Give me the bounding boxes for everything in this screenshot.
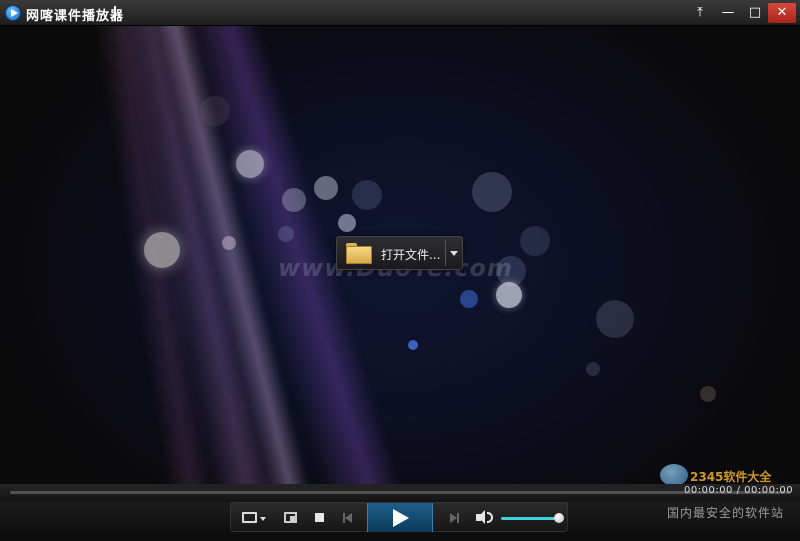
bokeh-light — [700, 386, 716, 402]
pin-on-top-button[interactable]: ⤒ — [688, 3, 712, 23]
open-file-menu-button[interactable] — [239, 503, 269, 533]
bokeh-light — [586, 362, 600, 376]
volume-knob[interactable] — [554, 513, 564, 523]
volume-level — [501, 517, 559, 520]
time-separator: / — [736, 485, 741, 496]
folder-icon — [346, 243, 372, 264]
maximize-button[interactable]: □ — [743, 3, 767, 23]
seek-slider[interactable] — [10, 491, 790, 494]
control-bar: 国内最安全的软件站 — [0, 502, 800, 541]
video-area[interactable]: www.DuoTe.com 打开文件... — [0, 26, 800, 484]
bokeh-light — [144, 232, 180, 268]
volume-icon — [478, 510, 485, 524]
close-button[interactable]: ✕ — [768, 3, 796, 23]
next-icon — [450, 513, 457, 523]
bokeh-light — [520, 226, 550, 256]
bokeh-light — [460, 290, 478, 308]
bokeh-light — [314, 176, 338, 200]
stop-icon — [315, 513, 324, 522]
mute-button[interactable] — [473, 503, 495, 533]
mini-mode-button[interactable] — [281, 503, 301, 533]
stop-button[interactable] — [311, 503, 329, 533]
site-tagline: 国内最安全的软件站 — [667, 506, 785, 520]
elapsed-time: 00:00:00 — [684, 485, 733, 496]
title-bar: 网喀课件播放器 ⤒ — □ ✕ — [0, 0, 800, 26]
previous-button[interactable] — [338, 503, 358, 533]
bokeh-light — [200, 96, 230, 126]
minimize-button[interactable]: — — [716, 3, 740, 23]
folder-open-icon — [242, 512, 257, 523]
total-time: 00:00:00 — [744, 485, 794, 496]
window-title: 网喀课件播放器 — [26, 9, 125, 24]
bokeh-light — [408, 340, 418, 350]
next-button[interactable] — [444, 503, 464, 533]
bokeh-light — [278, 226, 294, 242]
bokeh-light — [352, 180, 382, 210]
app-logo-icon — [5, 5, 21, 21]
play-button[interactable] — [367, 503, 433, 532]
play-icon — [393, 509, 409, 527]
bokeh-light — [236, 150, 264, 178]
bokeh-light — [472, 172, 512, 212]
seek-bar-area — [0, 484, 800, 502]
bokeh-light — [596, 300, 634, 338]
chevron-down-icon[interactable] — [450, 251, 458, 256]
open-file-button[interactable]: 打开文件... — [336, 236, 463, 270]
site-brand: 2345软件大全 — [690, 470, 772, 484]
previous-icon — [345, 513, 352, 523]
bokeh-light — [338, 214, 356, 232]
time-display: 00:00:00 / 00:00:00 — [684, 485, 793, 496]
playback-controls — [230, 502, 568, 532]
bokeh-light — [496, 282, 522, 308]
text-cursor — [114, 6, 116, 20]
mascot-icon — [660, 464, 688, 486]
bokeh-light — [222, 236, 236, 250]
bokeh-light — [282, 188, 306, 212]
volume-slider[interactable] — [501, 513, 564, 523]
open-file-label: 打开文件... — [381, 248, 441, 262]
chevron-down-icon — [260, 517, 266, 521]
divider — [445, 240, 446, 266]
